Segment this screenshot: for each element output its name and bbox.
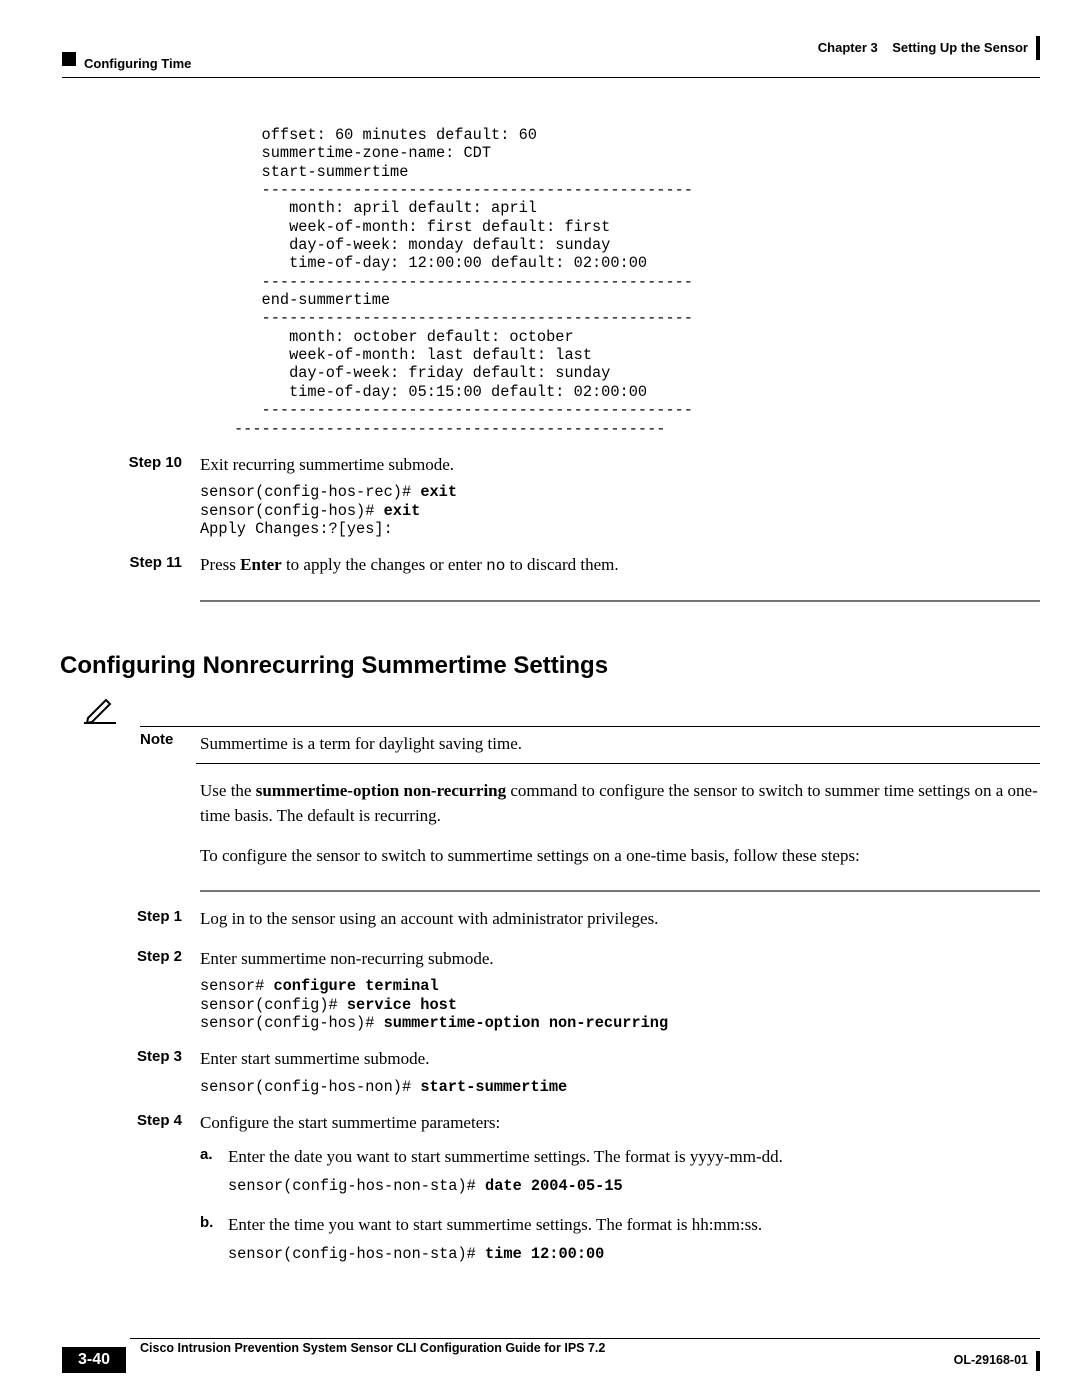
step-4-text: Configure the start summertime parameter…: [200, 1113, 500, 1132]
step-1-row: Step 1 Log in to the sensor using an acc…: [60, 906, 1040, 932]
step-4b-row: b. Enter the time you want to start summ…: [200, 1212, 1040, 1264]
code-output-block: offset: 60 minutes default: 60 summertim…: [234, 126, 1040, 438]
footer-rule: [130, 1338, 1040, 1339]
chapter-title: Setting Up the Sensor: [892, 40, 1028, 55]
step-4b-label: b.: [200, 1212, 228, 1264]
s11-no: no: [486, 557, 505, 575]
step-4-label: Step 4: [60, 1110, 200, 1263]
header-chapter: Chapter 3 Setting Up the Sensor: [818, 40, 1028, 55]
s4a-bold: date 2004-05-15: [485, 1177, 623, 1195]
step-4a-label: a.: [200, 1144, 228, 1196]
header-accent-bar: [1036, 36, 1040, 60]
footer-doc-id: OL-29168-01: [954, 1353, 1028, 1367]
step-4a-code: sensor(config-hos-non-sta)# date 2004-05…: [228, 1177, 1040, 1195]
note-pencil-icon: [60, 696, 140, 729]
heading-nonrecurring: Configuring Nonrecurring Summertime Sett…: [60, 652, 1040, 680]
note-text: Summertime is a term for daylight saving…: [200, 734, 522, 753]
step-4-row: Step 4 Configure the start summertime pa…: [60, 1110, 1040, 1263]
s11-pre: Press: [200, 555, 240, 574]
note-rule-bottom: [196, 763, 1040, 764]
step-4-body: Configure the start summertime parameter…: [200, 1110, 1040, 1263]
step-4a-text: Enter the date you want to start summert…: [228, 1147, 783, 1166]
step-11-label: Step 11: [60, 552, 200, 578]
step-3-row: Step 3 Enter start summertime submode. s…: [60, 1046, 1040, 1096]
s4b-bold: time 12:00:00: [485, 1245, 604, 1263]
step-3-label: Step 3: [60, 1046, 200, 1096]
step-3-code: sensor(config-hos-non)# start-summertime: [200, 1078, 1040, 1096]
step-1-body: Log in to the sensor using an account wi…: [200, 906, 1040, 932]
header-section: Configuring Time: [84, 56, 191, 71]
step-10-body: Exit recurring summertime submode. senso…: [200, 452, 1040, 539]
step-11-body: Press Enter to apply the changes or ente…: [200, 552, 1040, 578]
step-2-label: Step 2: [60, 946, 200, 1033]
content-area: offset: 60 minutes default: 60 summertim…: [60, 120, 1040, 1317]
step-10-label: Step 10: [60, 452, 200, 539]
step-3-text: Enter start summertime submode.: [200, 1049, 429, 1068]
steps-start-rule: [200, 890, 1040, 892]
note-rule-top2: [196, 726, 1040, 727]
intro-paragraph-2: To configure the sensor to switch to sum…: [200, 843, 1040, 869]
note-label-col: Note: [140, 696, 200, 748]
p1-pre: Use the: [200, 781, 256, 800]
note-body: Summertime is a term for daylight saving…: [200, 696, 1040, 764]
footer-accent-bar: [1036, 1351, 1040, 1371]
step-10-code: sensor(config-hos-rec)# exit sensor(conf…: [200, 483, 1040, 538]
step-1-label: Step 1: [60, 906, 200, 932]
step-3-body: Enter start summertime submode. sensor(c…: [200, 1046, 1040, 1096]
step-10-text: Exit recurring summertime submode.: [200, 455, 454, 474]
intro-paragraph-1: Use the summertime-option non-recurring …: [200, 778, 1040, 829]
step-4b-code: sensor(config-hos-non-sta)# time 12:00:0…: [228, 1245, 1040, 1263]
step-11-row: Step 11 Press Enter to apply the changes…: [60, 552, 1040, 578]
note-row: Note Summertime is a term for daylight s…: [60, 696, 1040, 764]
header-box-icon: [62, 52, 76, 66]
s11-enter: Enter: [240, 555, 282, 574]
note-rule-top: [140, 726, 200, 727]
step-2-code: sensor# configure terminal sensor(config…: [200, 977, 1040, 1032]
p1-cmd: summertime-option non-recurring: [256, 781, 506, 800]
note-label: Note: [140, 731, 173, 748]
step-2-row: Step 2 Enter summertime non-recurring su…: [60, 946, 1040, 1033]
step-10-row: Step 10 Exit recurring summertime submod…: [60, 452, 1040, 539]
step-4a-row: a. Enter the date you want to start summ…: [200, 1144, 1040, 1196]
step-2-body: Enter summertime non-recurring submode. …: [200, 946, 1040, 1033]
page: Chapter 3 Setting Up the Sensor Configur…: [0, 0, 1080, 1397]
s4a-pre: sensor(config-hos-non-sta)#: [228, 1177, 485, 1195]
header-rule: [62, 77, 1040, 78]
section-end-rule: [200, 600, 1040, 602]
footer-page-number: 3-40: [62, 1347, 126, 1373]
step-2-text: Enter summertime non-recurring submode.: [200, 949, 494, 968]
step-4a-body: Enter the date you want to start summert…: [228, 1144, 1040, 1196]
footer-guide-title: Cisco Intrusion Prevention System Sensor…: [140, 1341, 605, 1355]
step-4b-text: Enter the time you want to start summert…: [228, 1215, 762, 1234]
step-4b-body: Enter the time you want to start summert…: [228, 1212, 1040, 1264]
s11-mid: to apply the changes or enter: [282, 555, 486, 574]
s4b-pre: sensor(config-hos-non-sta)#: [228, 1245, 485, 1263]
chapter-ref: Chapter 3: [818, 40, 878, 55]
s11-suf: to discard them.: [505, 555, 618, 574]
